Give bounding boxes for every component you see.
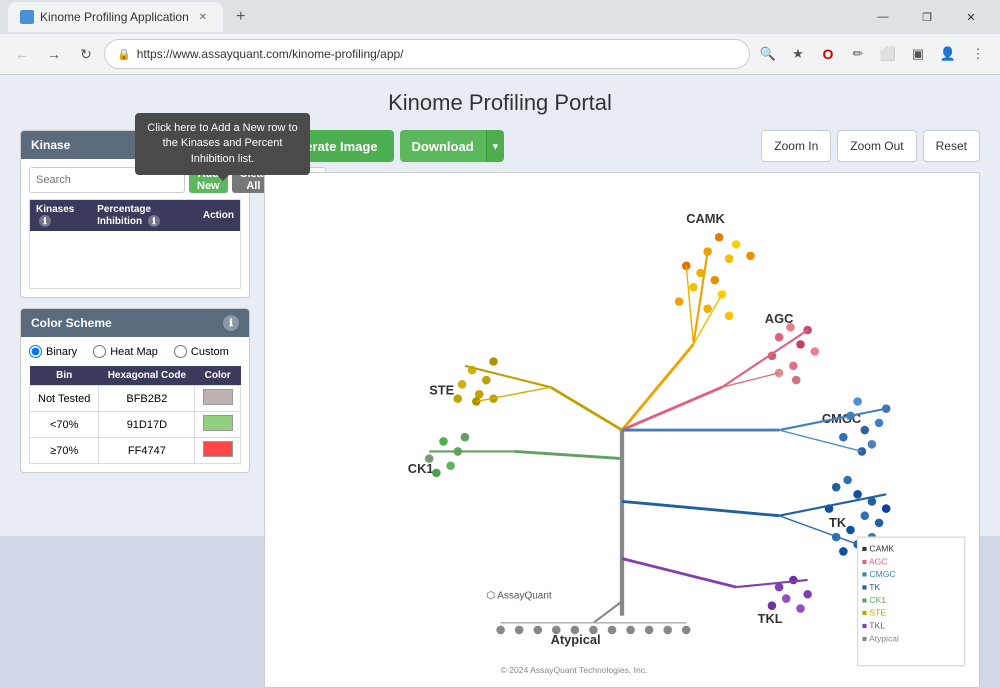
download-button[interactable]: Download bbox=[400, 130, 486, 162]
kinase-section: Kinase ℹ Add New Clear All ⬆ Import Clic… bbox=[20, 130, 250, 298]
right-panel: Generate Image Download ▾ Zoom In Zoom O… bbox=[264, 130, 980, 688]
radio-heatmap[interactable]: Heat Map bbox=[93, 345, 158, 358]
tooltip-box: Click here to Add a New row to the Kinas… bbox=[135, 113, 310, 175]
hex-col-header: Hexagonal Code bbox=[99, 366, 195, 386]
url-bar[interactable]: 🔒 https://www.assayquant.com/kinome-prof… bbox=[104, 39, 750, 69]
kinase-panel-body: Add New Clear All ⬆ Import Click here to… bbox=[21, 159, 249, 297]
bin-col-header: Bin bbox=[30, 366, 99, 386]
svg-text:Atypical: Atypical bbox=[551, 632, 601, 647]
kinase-header-label: Kinase bbox=[31, 138, 70, 152]
svg-text:■ AGC: ■ AGC bbox=[862, 556, 888, 566]
app-container: Kinome Profiling Portal Kinase ℹ Add New… bbox=[0, 75, 1000, 536]
minimize-button[interactable]: — bbox=[862, 2, 904, 32]
svg-text:■ Atypical: ■ Atypical bbox=[862, 633, 899, 643]
svg-text:■ CMGC: ■ CMGC bbox=[862, 569, 896, 579]
search-icon[interactable]: 🔍 bbox=[754, 40, 782, 68]
color-swatch-gte70[interactable] bbox=[195, 438, 241, 464]
nav-icons: 🔍 ★ O ✏ ⬜ ▣ 👤 ⋮ bbox=[754, 40, 992, 68]
kinome-image-area[interactable]: CAMK bbox=[264, 172, 980, 688]
app-body: Kinase ℹ Add New Clear All ⬆ Import Clic… bbox=[20, 130, 980, 688]
bin-lt70: <70% bbox=[30, 412, 99, 438]
radio-binary[interactable]: Binary bbox=[29, 345, 77, 358]
refresh-button[interactable]: ↻ bbox=[72, 40, 100, 68]
svg-text:■ CK1: ■ CK1 bbox=[862, 595, 886, 605]
sidebar-icon[interactable]: ▣ bbox=[904, 40, 932, 68]
svg-text:© 2024 AssayQuant Technologies: © 2024 AssayQuant Technologies, Inc. bbox=[501, 665, 648, 675]
color-row-lt70: <70% 91D17D bbox=[30, 412, 241, 438]
color-table-body: Not Tested BFB2B2 <70% 91D17D ≥70% bbox=[30, 386, 241, 464]
kinases-info-icon[interactable]: ℹ bbox=[39, 215, 51, 227]
svg-text:⬡ AssayQuant: ⬡ AssayQuant bbox=[486, 591, 552, 602]
svg-text:TK: TK bbox=[829, 515, 847, 530]
new-tab-button[interactable]: + bbox=[227, 3, 255, 31]
kinase-table-area[interactable]: Kinases ℹ Percentage Inhibition ℹ Action bbox=[29, 199, 241, 289]
bin-gte70: ≥70% bbox=[30, 438, 99, 464]
color-scheme-info-icon[interactable]: ℹ bbox=[223, 315, 239, 331]
active-tab[interactable]: Kinome Profiling Application ✕ bbox=[8, 2, 223, 32]
download-dropdown-button[interactable]: ▾ bbox=[486, 130, 505, 162]
kinome-tree-svg: CAMK bbox=[265, 173, 979, 687]
bin-not-tested: Not Tested bbox=[30, 386, 99, 412]
opera-icon[interactable]: O bbox=[814, 40, 842, 68]
tab-close-button[interactable]: ✕ bbox=[195, 9, 211, 25]
svg-text:STE: STE bbox=[429, 382, 454, 397]
tab-title: Kinome Profiling Application bbox=[40, 10, 189, 24]
pen-icon[interactable]: ✏ bbox=[844, 40, 872, 68]
color-scheme-body: Binary Heat Map Custom bbox=[21, 337, 249, 472]
back-button[interactable]: ← bbox=[8, 40, 36, 68]
forward-button[interactable]: → bbox=[40, 40, 68, 68]
color-table: Bin Hexagonal Code Color Not Tested BFB2… bbox=[29, 366, 241, 464]
radio-custom-input[interactable] bbox=[174, 345, 187, 358]
svg-text:CAMK: CAMK bbox=[686, 211, 725, 226]
close-button[interactable]: ✕ bbox=[950, 2, 992, 32]
toolbar-row: Generate Image Download ▾ Zoom In Zoom O… bbox=[264, 130, 980, 162]
url-text: https://www.assayquant.com/kinome-profil… bbox=[137, 47, 404, 61]
maximize-button[interactable]: ❐ bbox=[906, 2, 948, 32]
color-row-not-tested: Not Tested BFB2B2 bbox=[30, 386, 241, 412]
radio-custom[interactable]: Custom bbox=[174, 345, 229, 358]
tab-bar: Kinome Profiling Application ✕ + — ❐ ✕ bbox=[0, 0, 1000, 34]
app-title: Kinome Profiling Portal bbox=[388, 90, 612, 116]
download-button-group: Download ▾ bbox=[400, 130, 505, 162]
zoom-in-button[interactable]: Zoom In bbox=[761, 130, 831, 162]
bookmark-icon[interactable]: ★ bbox=[784, 40, 812, 68]
radio-heatmap-input[interactable] bbox=[93, 345, 106, 358]
menu-icon[interactable]: ⋮ bbox=[964, 40, 992, 68]
kinase-table: Kinases ℹ Percentage Inhibition ℹ Action bbox=[30, 200, 240, 231]
color-scheme-section: Color Scheme ℹ Binary Heat Map bbox=[20, 308, 250, 473]
reset-button[interactable]: Reset bbox=[923, 130, 980, 162]
radio-group: Binary Heat Map Custom bbox=[29, 345, 241, 358]
percent-inhibition-col-header: Percentage Inhibition ℹ bbox=[91, 200, 197, 231]
svg-text:CK1: CK1 bbox=[408, 461, 434, 476]
extensions-icon[interactable]: ⬜ bbox=[874, 40, 902, 68]
color-swatch-not-tested[interactable] bbox=[195, 386, 241, 412]
radio-binary-input[interactable] bbox=[29, 345, 42, 358]
tab-favicon bbox=[20, 10, 34, 24]
browser-chrome: Kinome Profiling Application ✕ + — ❐ ✕ ←… bbox=[0, 0, 1000, 75]
window-controls: — ❐ ✕ bbox=[862, 2, 992, 32]
kinases-col-header: Kinases ℹ bbox=[30, 200, 91, 231]
percent-info-icon[interactable]: ℹ bbox=[148, 215, 160, 227]
color-col-header: Color bbox=[195, 366, 241, 386]
lock-icon: 🔒 bbox=[117, 48, 131, 61]
color-row-gte70: ≥70% FF4747 bbox=[30, 438, 241, 464]
svg-text:■ TK: ■ TK bbox=[862, 582, 881, 592]
hex-lt70: 91D17D bbox=[99, 412, 195, 438]
color-scheme-header-label: Color Scheme bbox=[31, 316, 112, 330]
left-panel: Kinase ℹ Add New Clear All ⬆ Import Clic… bbox=[20, 130, 250, 688]
profile-icon[interactable]: 👤 bbox=[934, 40, 962, 68]
hex-not-tested: BFB2B2 bbox=[99, 386, 195, 412]
hex-gte70: FF4747 bbox=[99, 438, 195, 464]
action-col-header: Action bbox=[197, 200, 240, 231]
svg-text:■ CAMK: ■ CAMK bbox=[862, 543, 895, 553]
nav-bar: ← → ↻ 🔒 https://www.assayquant.com/kinom… bbox=[0, 34, 1000, 74]
svg-text:TKL: TKL bbox=[758, 611, 783, 626]
color-scheme-header: Color Scheme ℹ bbox=[21, 309, 249, 337]
svg-text:■ STE: ■ STE bbox=[862, 608, 886, 618]
color-swatch-lt70[interactable] bbox=[195, 412, 241, 438]
zoom-out-button[interactable]: Zoom Out bbox=[837, 130, 916, 162]
svg-text:■ TKL: ■ TKL bbox=[862, 621, 885, 631]
